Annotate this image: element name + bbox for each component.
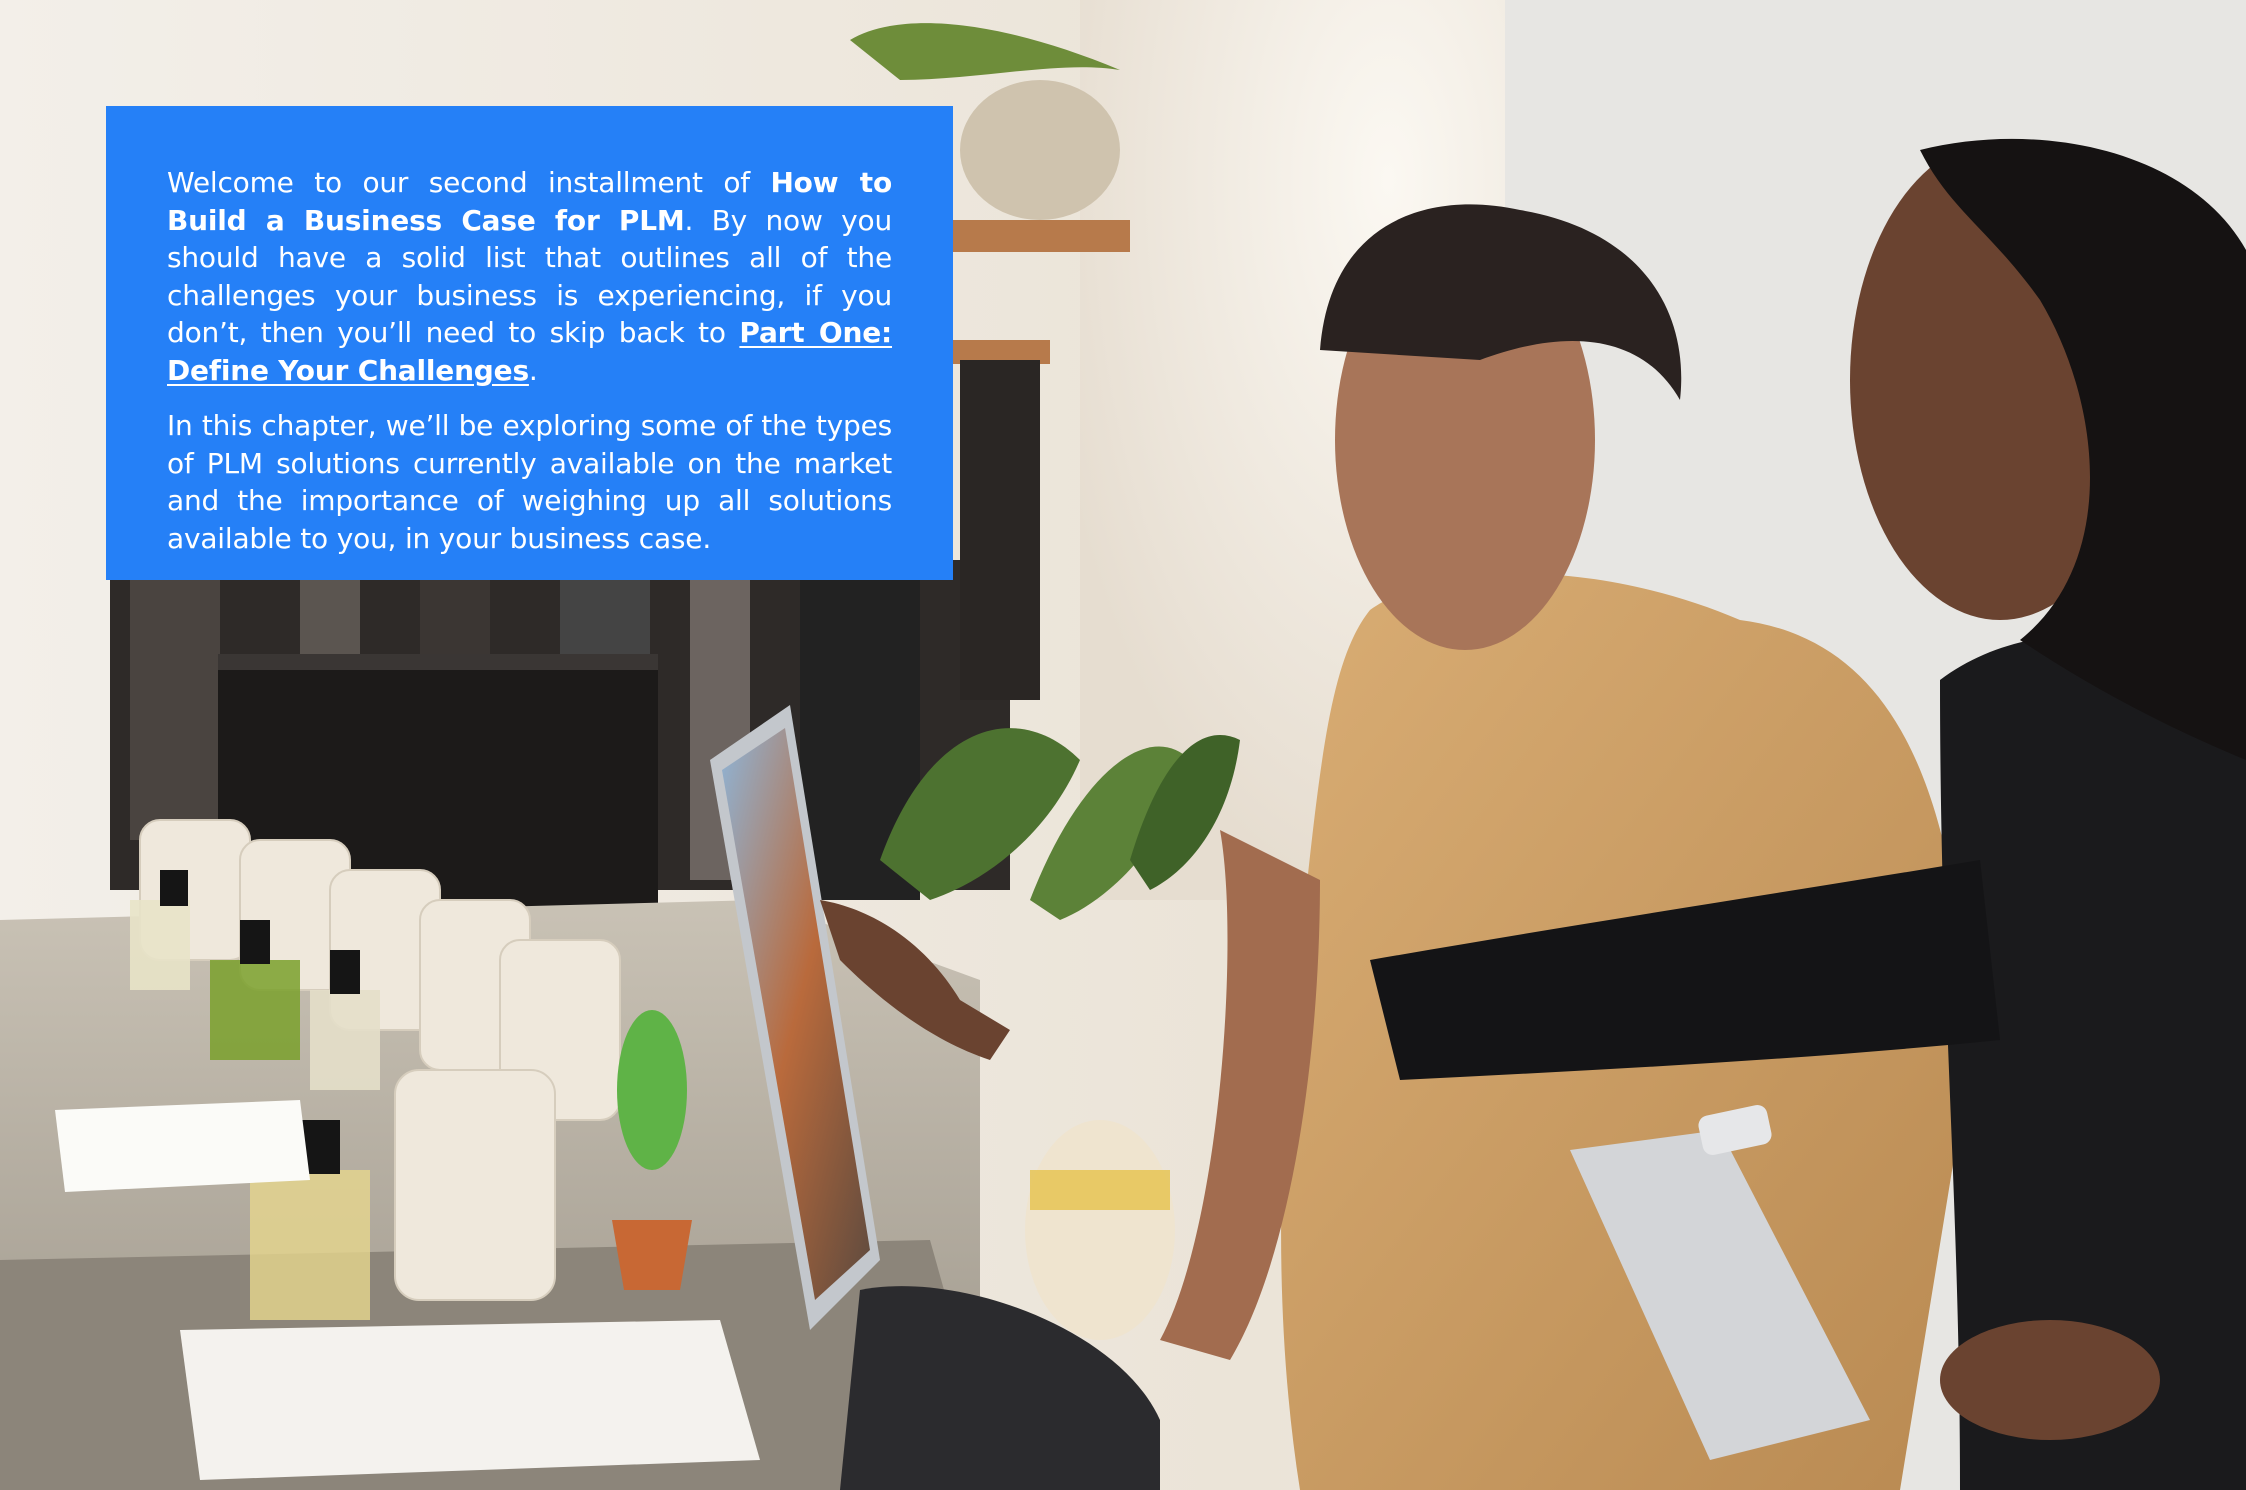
intro-text-panel: Welcome to our second installment of How… (106, 106, 953, 580)
intro-paragraph-2: In this chapter, we’ll be exploring some… (167, 409, 892, 555)
intro-text-start: Welcome to our second installment of (167, 166, 771, 199)
intro-paragraph-1: Welcome to our second installment of How… (167, 164, 892, 389)
intro-text-end: . (528, 353, 538, 387)
